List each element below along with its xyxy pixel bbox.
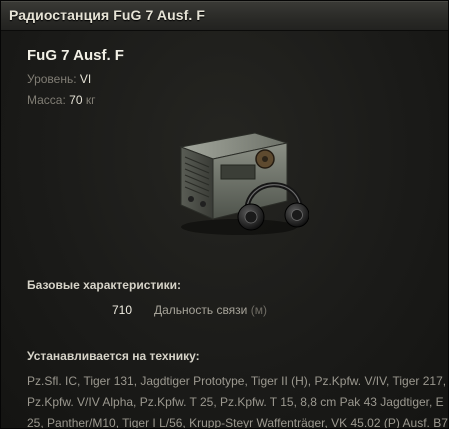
mass-label: Масса:	[27, 93, 66, 107]
window-title: Радиостанция FuG 7 Ausf. F	[9, 7, 206, 23]
signal-range-label-group: Дальность связи (м)	[154, 303, 267, 317]
stat-row-signal-range: 710 Дальность связи (м)	[1, 303, 448, 319]
tier-value: VI	[79, 72, 92, 86]
compatible-vehicles-list: Pz.Sfl. IC, Tiger 131, Jagdtiger Prototy…	[27, 374, 448, 429]
mass-unit: кг	[85, 93, 96, 107]
tier-label: Уровень:	[27, 72, 77, 86]
signal-range-unit: (м)	[250, 303, 267, 317]
module-tier: Уровень: VI	[27, 72, 91, 86]
compatible-vehicles-header: Устанавливается на технику:	[27, 349, 200, 363]
mass-value: 70	[69, 93, 83, 107]
module-name: FuG 7 Ausf. F	[27, 47, 124, 64]
signal-range-label: Дальность связи	[154, 303, 248, 317]
radio-with-headphones-icon	[179, 132, 309, 235]
module-mass: Масса: 70 кг	[27, 93, 96, 107]
window-titlebar[interactable]: Радиостанция FuG 7 Ausf. F	[1, 1, 448, 31]
module-info-window: Радиостанция FuG 7 Ausf. F FuG 7 Ausf. F…	[0, 0, 449, 429]
signal-range-value: 710	[111, 303, 132, 317]
base-characteristics-header: Базовые характеристики:	[27, 278, 181, 292]
